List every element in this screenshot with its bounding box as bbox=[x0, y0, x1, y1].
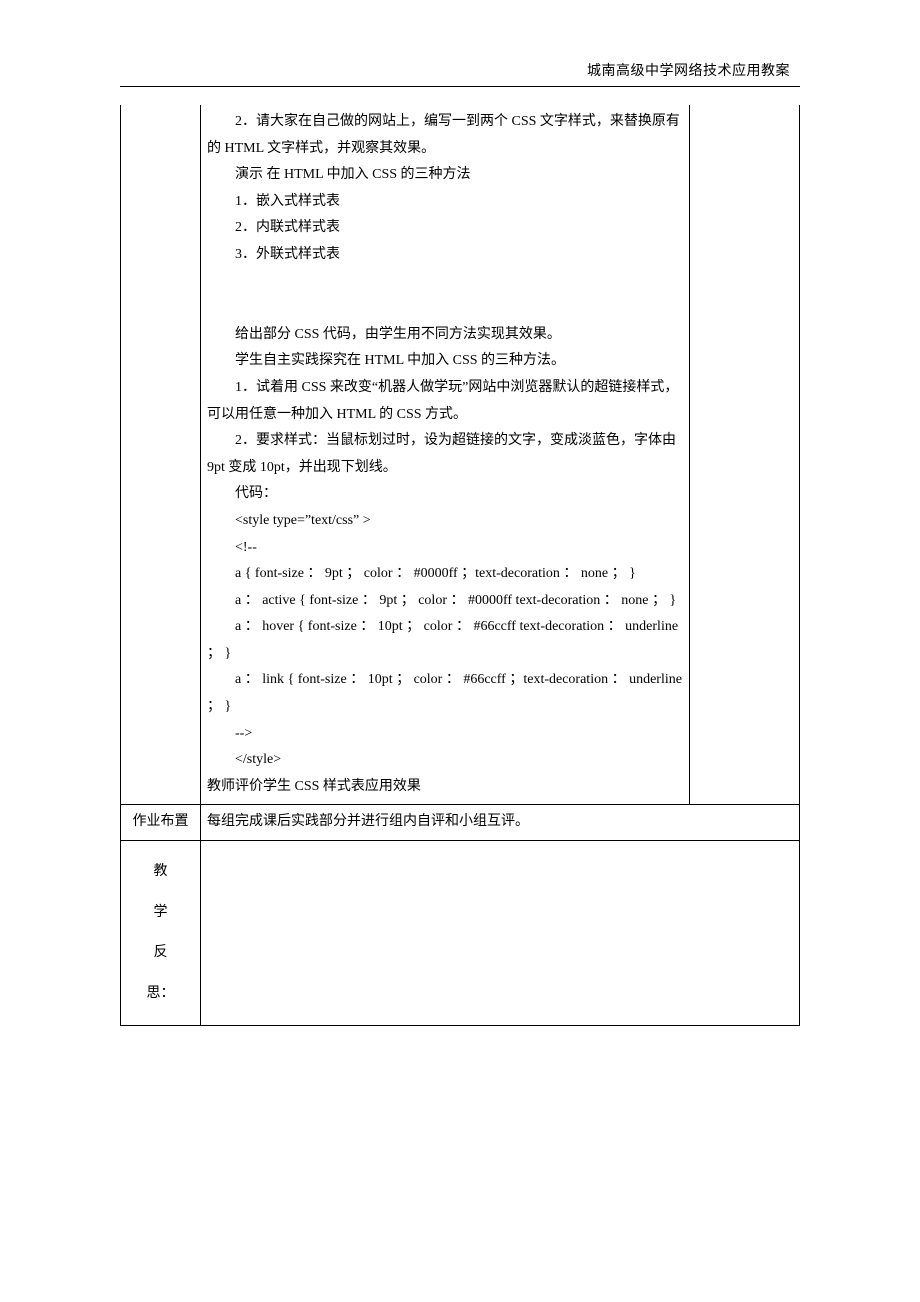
reflection-char: 学 bbox=[127, 900, 194, 927]
homework-label-cell: 作业布置 bbox=[121, 805, 201, 841]
reflection-char: 反 bbox=[127, 940, 194, 967]
code-line: a ： active { font-size ： 9pt ； color ： #… bbox=[207, 588, 683, 615]
main-content-cell: 2．请大家在自己做的网站上，编写一到两个 CSS 文字样式，来替换原有的 HTM… bbox=[201, 105, 690, 805]
reflection-row: 教 学 反 思： bbox=[121, 841, 800, 1026]
reflection-content-cell bbox=[201, 841, 800, 1026]
homework-content-cell: 每组完成课后实践部分并进行组内自评和小组互评。 bbox=[201, 805, 800, 841]
code-line: <style type=”text/css” > bbox=[207, 508, 683, 535]
main-line: 2．内联式样式表 bbox=[207, 215, 683, 242]
main-line: 2．要求样式：当鼠标划过时，设为超链接的文字，变成淡蓝色，字体由 9pt 变成 … bbox=[207, 428, 683, 481]
main-line: 学生自主实践探究在 HTML 中加入 CSS 的三种方法。 bbox=[207, 348, 683, 375]
main-line: 演示 在 HTML 中加入 CSS 的三种方法 bbox=[207, 162, 683, 189]
code-line: a ： link { font-size ： 10pt ； color ： #6… bbox=[207, 667, 683, 720]
code-line: a { font-size ： 9pt ； color ： #0000ff ；t… bbox=[207, 561, 683, 588]
code-line: </style> bbox=[207, 747, 683, 774]
page-header-title: 城南高级中学网络技术应用教案 bbox=[120, 60, 800, 80]
main-label-cell bbox=[121, 105, 201, 805]
main-line: 1．试着用 CSS 来改变“机器人做学玩”网站中浏览器默认的超链接样式，可以用任… bbox=[207, 375, 683, 428]
page-container: 城南高级中学网络技术应用教案 2．请大家在自己做的网站上，编写一到两个 CSS … bbox=[0, 0, 920, 1302]
reflection-label-cell: 教 学 反 思： bbox=[121, 841, 201, 1026]
code-line: --> bbox=[207, 721, 683, 748]
main-content-row: 2．请大家在自己做的网站上，编写一到两个 CSS 文字样式，来替换原有的 HTM… bbox=[121, 105, 800, 805]
main-line: 2．请大家在自己做的网站上，编写一到两个 CSS 文字样式，来替换原有的 HTM… bbox=[207, 109, 683, 162]
code-line: a ： hover { font-size ： 10pt ； color ： #… bbox=[207, 614, 683, 667]
main-line: 3．外联式样式表 bbox=[207, 242, 683, 269]
lesson-plan-table: 2．请大家在自己做的网站上，编写一到两个 CSS 文字样式，来替换原有的 HTM… bbox=[120, 105, 800, 1026]
main-line: 1．嵌入式样式表 bbox=[207, 189, 683, 216]
main-line: 教师评价学生 CSS 样式表应用效果 bbox=[207, 774, 683, 801]
main-right-cell bbox=[690, 105, 800, 805]
reflection-char: 思： bbox=[127, 981, 194, 1008]
homework-row: 作业布置 每组完成课后实践部分并进行组内自评和小组互评。 bbox=[121, 805, 800, 841]
code-line: <!-- bbox=[207, 535, 683, 562]
main-line: 给出部分 CSS 代码，由学生用不同方法实现其效果。 bbox=[207, 322, 683, 349]
code-label: 代码： bbox=[207, 481, 683, 508]
header-divider bbox=[120, 86, 800, 87]
reflection-char: 教 bbox=[127, 859, 194, 886]
